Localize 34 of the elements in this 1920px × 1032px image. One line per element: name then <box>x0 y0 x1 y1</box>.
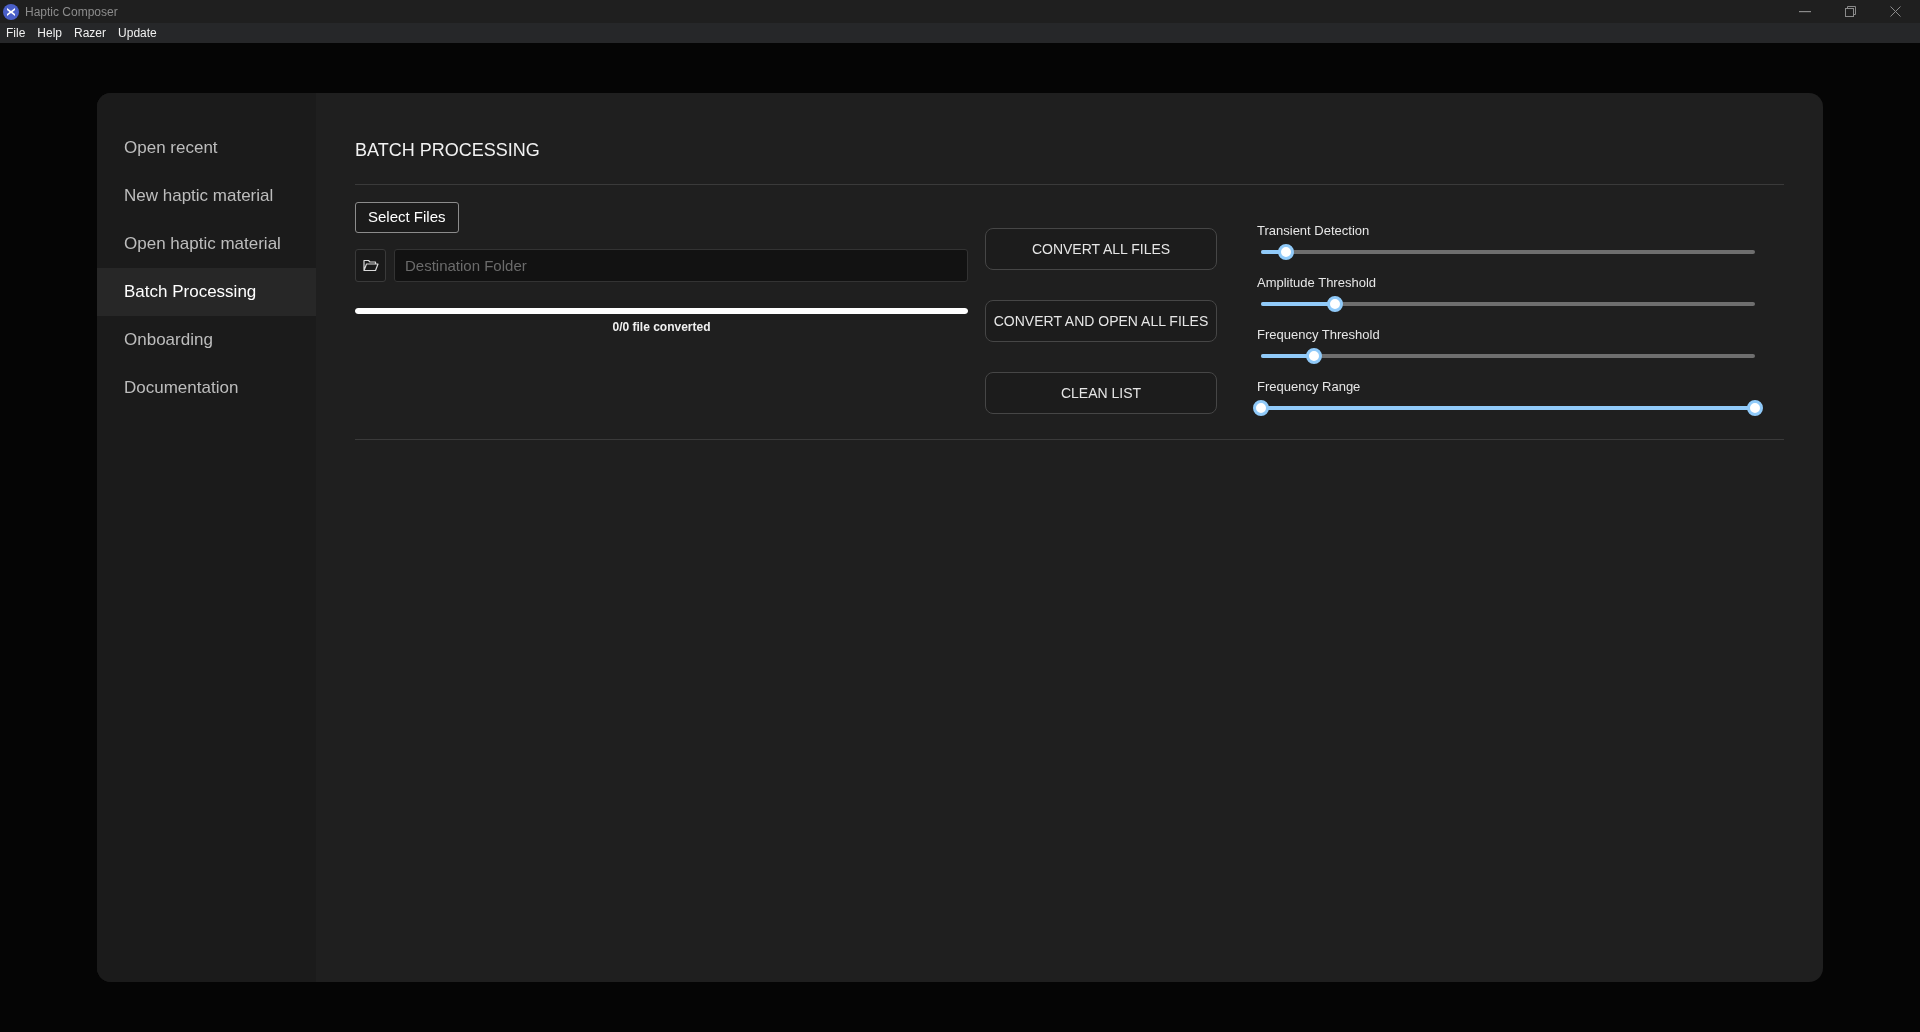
action-button[interactable]: CONVERT AND OPEN ALL FILES <box>985 300 1217 342</box>
slider-label: Frequency Range <box>1257 379 1362 395</box>
destination-folder-field[interactable]: Destination Folder <box>394 249 968 282</box>
slider-thumb[interactable] <box>1305 348 1322 364</box>
slider-label: Amplitude Threshold <box>1257 275 1377 291</box>
slider-label: Transient Detection <box>1257 223 1371 239</box>
slider-thumb[interactable] <box>1327 296 1344 312</box>
page-title: BATCH PROCESSING <box>355 139 541 162</box>
browse-folder-button[interactable] <box>355 249 386 282</box>
sidebar-item[interactable]: Onboarding <box>97 316 316 364</box>
menu-item[interactable]: Razer <box>74 24 107 42</box>
sidebar-item[interactable]: New haptic material <box>97 172 316 220</box>
progress-text: 0/0 file converted <box>612 319 711 336</box>
folder-icon <box>362 259 379 272</box>
action-button[interactable]: CONVERT ALL FILES <box>985 228 1217 270</box>
minimize-icon[interactable] <box>1799 10 1811 13</box>
action-button[interactable]: CLEAN LIST <box>985 372 1217 414</box>
sidebar-item[interactable]: Open recent <box>97 124 316 172</box>
slider-thumb[interactable] <box>1253 400 1269 416</box>
menu-item[interactable]: File <box>6 24 26 42</box>
sidebar-item[interactable]: Batch Processing <box>97 268 316 316</box>
restore-icon[interactable] <box>1845 6 1856 17</box>
sidebar-item[interactable]: Open haptic material <box>97 220 316 268</box>
slider-thumb[interactable] <box>1747 400 1763 416</box>
menu-item[interactable]: Update <box>118 24 157 42</box>
select-files-button[interactable]: Select Files <box>355 202 459 233</box>
close-icon[interactable] <box>1890 6 1901 17</box>
slider-label: Frequency Threshold <box>1257 327 1381 343</box>
menu-item[interactable]: Help <box>37 24 63 42</box>
slider[interactable] <box>1253 400 1763 416</box>
window-title: Haptic Composer <box>25 3 118 21</box>
slider-thumb[interactable] <box>1277 244 1294 260</box>
app-logo-icon <box>3 3 19 20</box>
sidebar-item[interactable]: Documentation <box>97 364 316 412</box>
